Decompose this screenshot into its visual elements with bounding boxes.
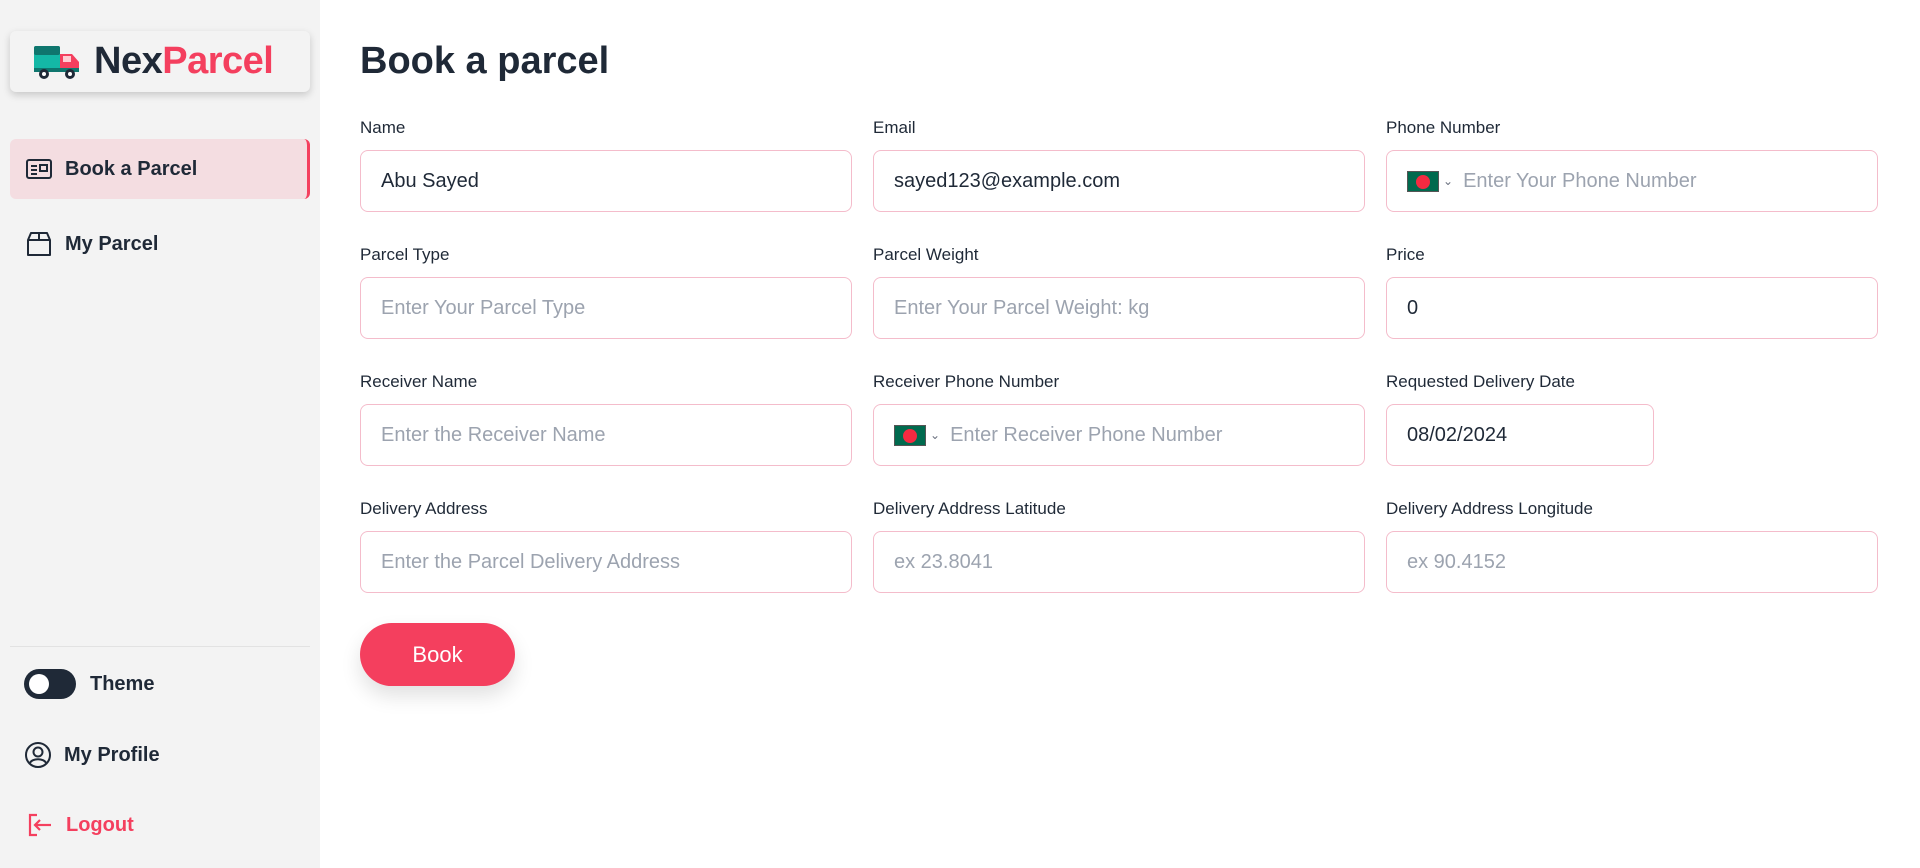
delivery-address-label: Delivery Address bbox=[360, 499, 488, 518]
latitude-field-group: Delivery Address Latitude bbox=[873, 499, 1365, 593]
latitude-label: Delivery Address Latitude bbox=[873, 499, 1066, 518]
receiver-name-field-group: Receiver Name bbox=[360, 372, 852, 466]
logo[interactable]: NexParcel bbox=[10, 31, 310, 92]
logout-icon bbox=[26, 811, 54, 839]
phone-label: Phone Number bbox=[1386, 118, 1501, 137]
book-button[interactable]: Book bbox=[360, 623, 515, 686]
price-label: Price bbox=[1386, 245, 1425, 264]
price-input[interactable] bbox=[1386, 277, 1878, 339]
phone-input-wrapper: ⌄ bbox=[1386, 150, 1878, 212]
delivery-address-input[interactable] bbox=[360, 531, 852, 593]
theme-row: Theme bbox=[24, 664, 154, 704]
receiver-phone-field-group: Receiver Phone Number ⌄ bbox=[873, 372, 1365, 466]
my-profile-link[interactable]: My Profile bbox=[24, 735, 160, 775]
parcel-type-field-group: Parcel Type bbox=[360, 245, 852, 339]
bangladesh-flag-icon bbox=[894, 424, 926, 446]
country-selector[interactable]: ⌄ bbox=[1407, 170, 1454, 192]
sidebar-divider bbox=[10, 646, 310, 647]
sidebar-item-book-a-parcel[interactable]: Book a Parcel bbox=[10, 139, 310, 199]
longitude-label: Delivery Address Longitude bbox=[1386, 499, 1593, 518]
name-label: Name bbox=[360, 118, 406, 137]
main-content: Book a parcel Name Email Phone Number ⌄ … bbox=[320, 0, 1920, 868]
delivery-date-label: Requested Delivery Date bbox=[1386, 372, 1575, 391]
my-profile-label: My Profile bbox=[64, 743, 160, 766]
price-field-group: Price bbox=[1386, 245, 1878, 339]
parcel-type-label: Parcel Type bbox=[360, 245, 450, 264]
brand-name-part2: Parcel bbox=[162, 40, 274, 82]
receiver-phone-label: Receiver Phone Number bbox=[873, 372, 1060, 391]
parcel-weight-label: Parcel Weight bbox=[873, 245, 979, 264]
name-input[interactable] bbox=[360, 150, 852, 212]
delivery-date-field-group: Requested Delivery Date bbox=[1386, 372, 1878, 466]
logout-link[interactable]: Logout bbox=[26, 805, 134, 845]
parcel-weight-input[interactable] bbox=[873, 277, 1365, 339]
logout-label: Logout bbox=[66, 813, 134, 836]
sidebar-item-my-parcel[interactable]: My Parcel bbox=[10, 214, 310, 274]
delivery-address-field-group: Delivery Address bbox=[360, 499, 852, 593]
bangladesh-flag-icon bbox=[1407, 170, 1439, 192]
truck-logo-icon bbox=[34, 45, 79, 79]
longitude-field-group: Delivery Address Longitude bbox=[1386, 499, 1878, 593]
box-icon bbox=[25, 230, 53, 258]
theme-label: Theme bbox=[90, 672, 155, 695]
sidebar-item-label: Book a Parcel bbox=[65, 157, 198, 180]
page-title: Book a parcel bbox=[360, 40, 610, 82]
chevron-down-icon: ⌄ bbox=[1443, 174, 1454, 188]
chevron-down-icon: ⌄ bbox=[930, 428, 941, 442]
app-root: NexParcel Book a Parcel My Parcel Theme bbox=[0, 0, 1920, 868]
email-field-group: Email bbox=[873, 118, 1365, 212]
email-label: Email bbox=[873, 118, 916, 137]
brand-name: NexParcel bbox=[94, 40, 274, 83]
phone-field-group: Phone Number ⌄ bbox=[1386, 118, 1878, 212]
latitude-input[interactable] bbox=[873, 531, 1365, 593]
theme-toggle[interactable] bbox=[24, 669, 76, 699]
parcel-type-input[interactable] bbox=[360, 277, 852, 339]
user-circle-icon bbox=[24, 741, 52, 769]
receiver-name-input[interactable] bbox=[360, 404, 852, 466]
id-card-icon bbox=[25, 155, 53, 183]
brand-name-part1: Nex bbox=[94, 40, 163, 82]
name-field-group: Name bbox=[360, 118, 852, 212]
sidebar: NexParcel Book a Parcel My Parcel Theme bbox=[0, 0, 320, 868]
parcel-weight-field-group: Parcel Weight bbox=[873, 245, 1365, 339]
phone-input[interactable] bbox=[1463, 169, 1857, 193]
longitude-input[interactable] bbox=[1386, 531, 1878, 593]
delivery-date-input[interactable] bbox=[1386, 404, 1654, 466]
country-selector[interactable]: ⌄ bbox=[894, 424, 941, 446]
receiver-name-label: Receiver Name bbox=[360, 372, 478, 391]
email-input[interactable] bbox=[873, 150, 1365, 212]
toggle-knob bbox=[29, 674, 49, 694]
sidebar-item-label: My Parcel bbox=[65, 232, 159, 255]
receiver-phone-input[interactable] bbox=[950, 423, 1344, 447]
receiver-phone-input-wrapper: ⌄ bbox=[873, 404, 1365, 466]
